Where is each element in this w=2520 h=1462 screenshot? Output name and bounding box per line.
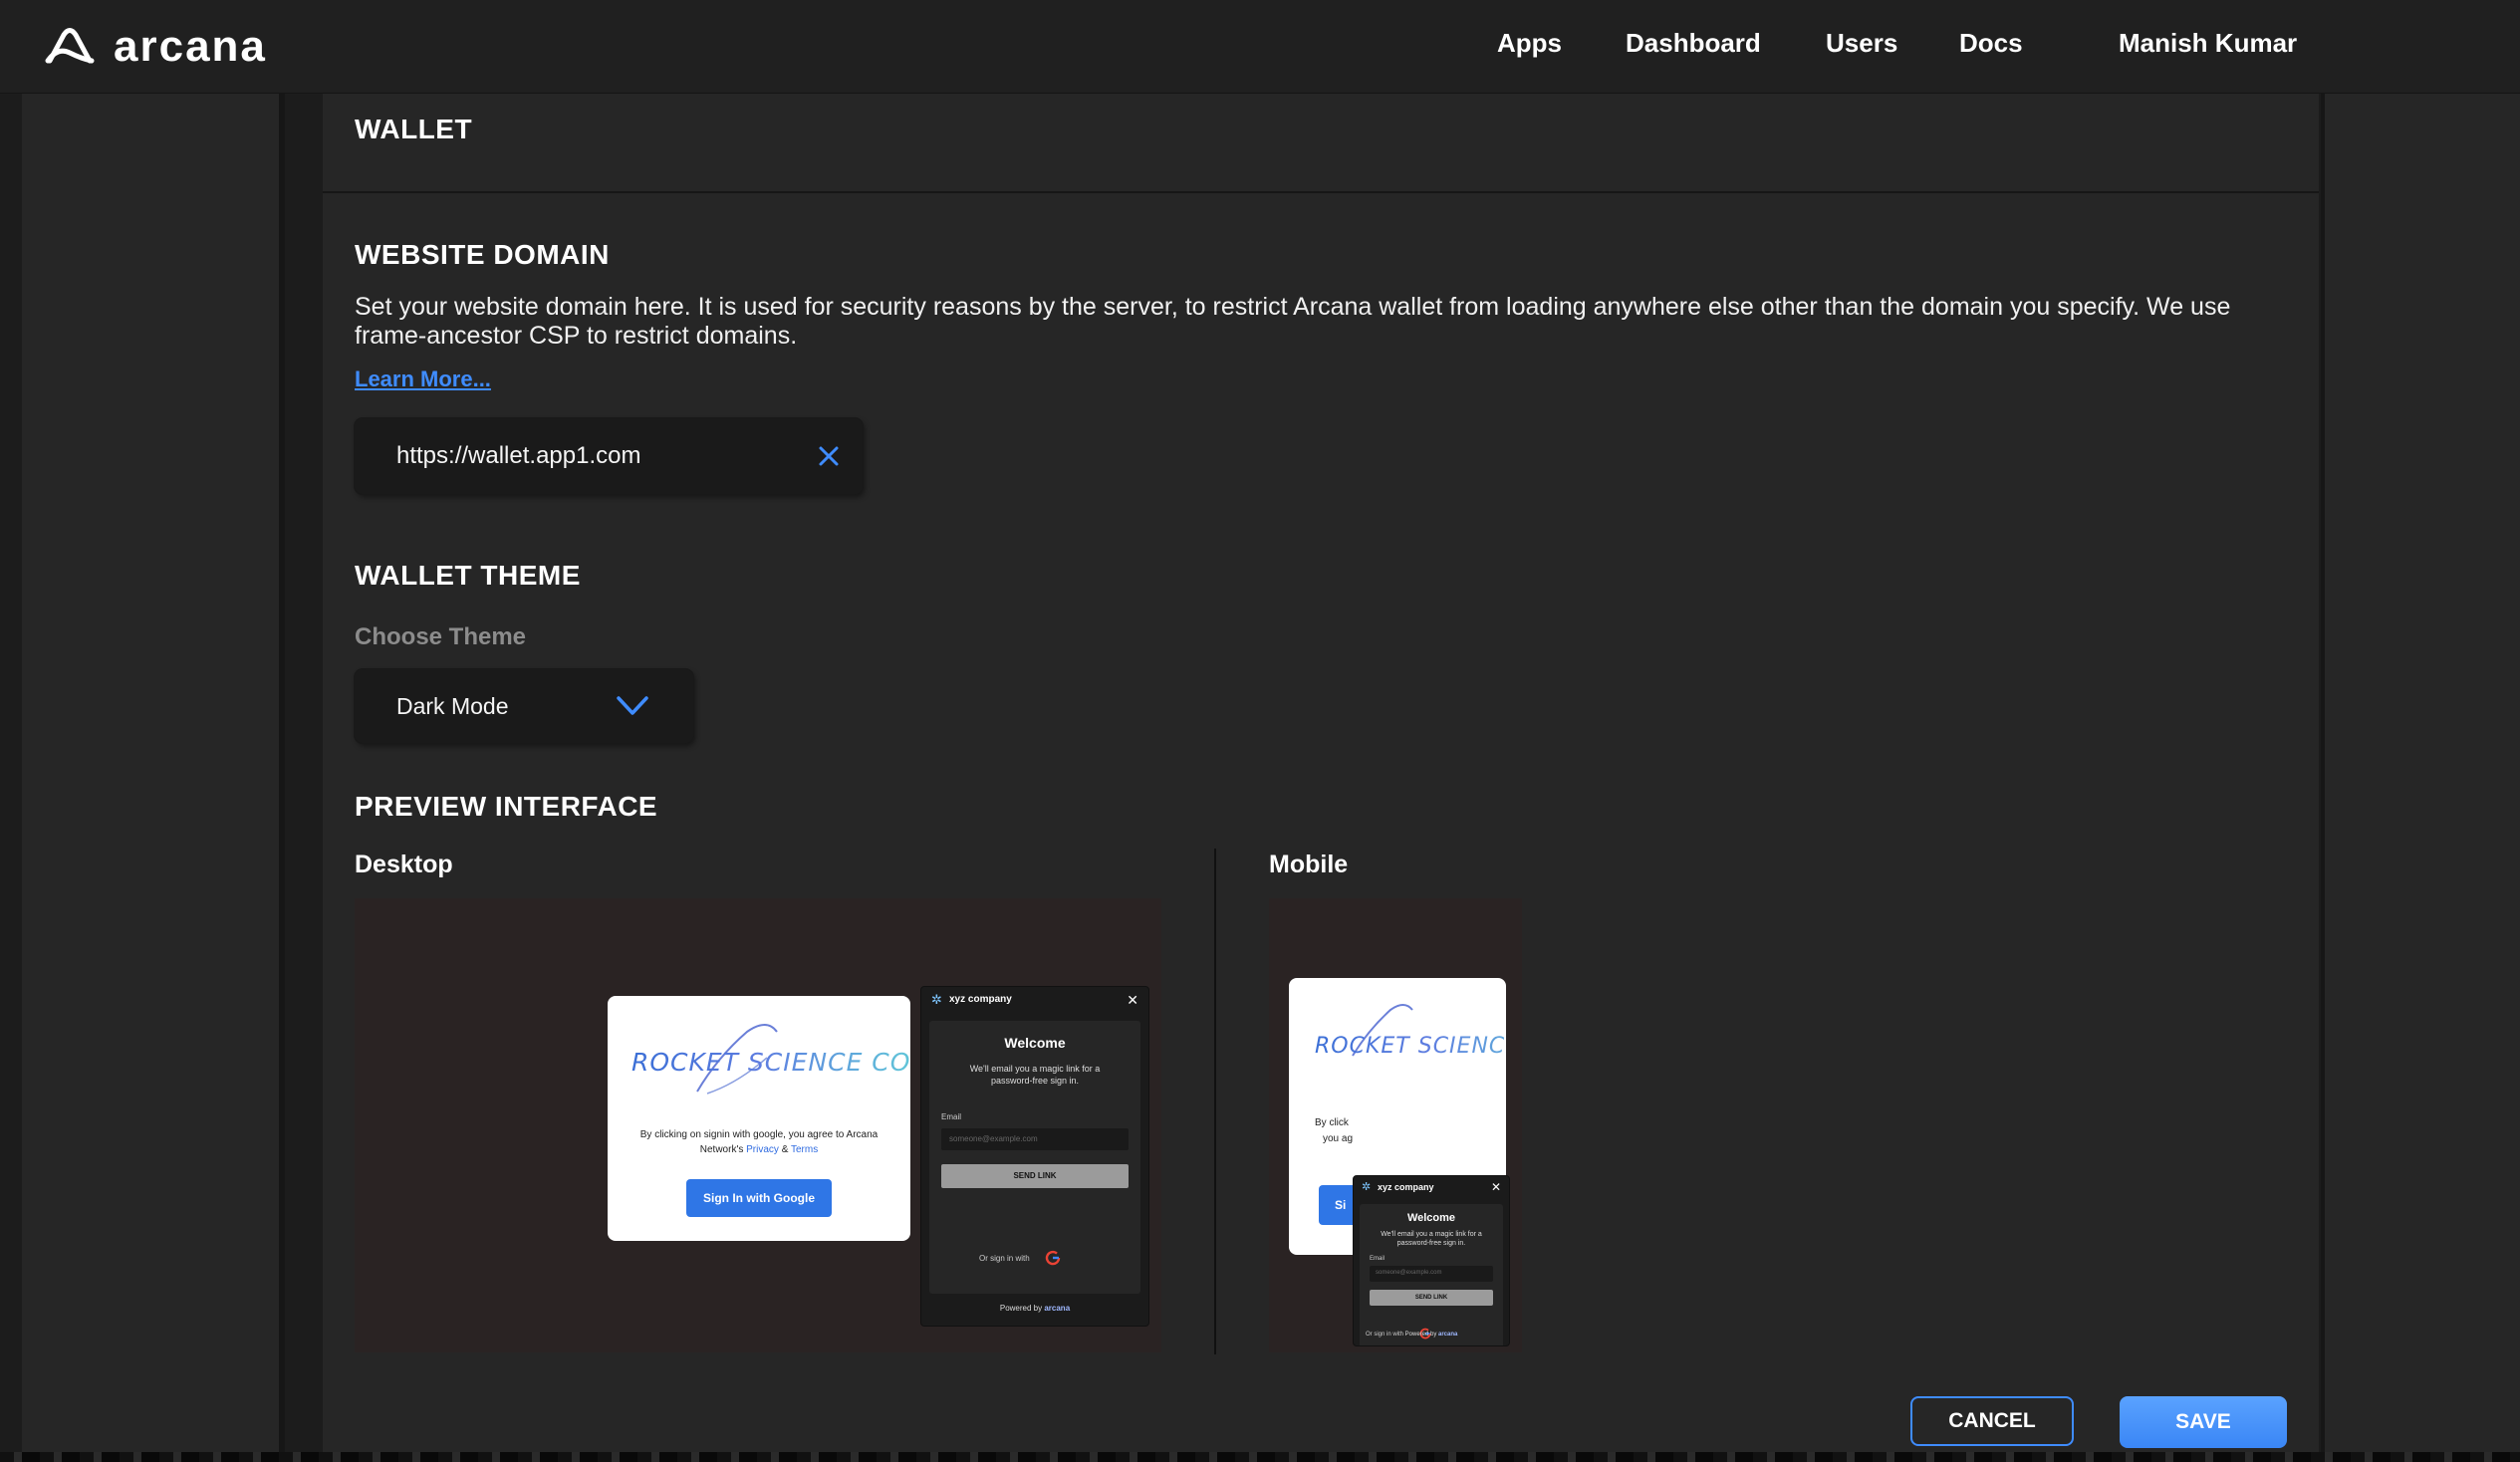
terms-link[interactable]: Terms xyxy=(791,1144,818,1155)
mobile-rocket-science-logo: ROCKET SCIENCE CO. xyxy=(1315,1034,1506,1059)
mobile-consent-fragment-2: you ag xyxy=(1323,1133,1354,1144)
wallet-settings-panel: WALLET WEBSITE DOMAIN Set your website d… xyxy=(323,94,2319,1454)
website-domain-input[interactable]: https://wallet.app1.com xyxy=(355,418,863,494)
learn-more-link[interactable]: Learn More... xyxy=(355,366,491,392)
rocket-science-logo: ROCKET SCIENCE CO. xyxy=(631,1048,910,1077)
wallet-header: ✲ xyz company ✕ xyxy=(921,987,1148,1013)
sign-in-google-button[interactable]: Sign In with Google xyxy=(686,1179,832,1217)
email-input[interactable]: someone@example.com xyxy=(941,1128,1129,1150)
powered-by: Powered by arcana xyxy=(921,1304,1148,1313)
mobile-close-icon[interactable]: ✕ xyxy=(1491,1176,1501,1198)
right-gutter xyxy=(2321,94,2520,1454)
website-domain-description: Set your website domain here. It is used… xyxy=(355,293,2231,350)
privacy-link[interactable]: Privacy xyxy=(746,1144,779,1155)
or-sign-in-with: Or sign in with xyxy=(979,1254,1030,1263)
mobile-send-link-button[interactable]: SEND LINK xyxy=(1370,1290,1493,1306)
mobile-wallet-header: ✲ xyz company ✕ xyxy=(1354,1176,1509,1198)
cancel-button[interactable]: CANCEL xyxy=(1910,1396,2074,1446)
save-button[interactable]: SAVE xyxy=(2120,1396,2287,1448)
nav-apps[interactable]: Apps xyxy=(1497,28,1562,59)
mobile-email-label: Email xyxy=(1370,1256,1386,1262)
welcome-title: Welcome xyxy=(1004,1035,1066,1051)
user-menu[interactable]: Manish Kumar xyxy=(2119,28,2297,59)
wallet-body: Welcome We'll email you a magic link for… xyxy=(929,1021,1140,1294)
company-name: xyz company xyxy=(949,994,1012,1005)
desktop-preview-label: Desktop xyxy=(355,851,453,878)
theme-selected-value: Dark Mode xyxy=(396,693,509,719)
consent-amp: & xyxy=(781,1144,789,1155)
nav-users[interactable]: Users xyxy=(1826,28,1897,59)
arcana-logo-icon xyxy=(45,28,95,64)
mobile-wallet-login-widget: ✲ xyz company ✕ Welcome We'll email you … xyxy=(1353,1175,1510,1346)
section-title: WALLET xyxy=(355,114,473,144)
left-sidebar xyxy=(22,94,285,1454)
powered-by-brand: arcana xyxy=(1044,1304,1071,1313)
website-domain-heading: WEBSITE DOMAIN xyxy=(355,239,610,270)
email-placeholder: someone@example.com xyxy=(949,1134,1038,1143)
bottom-edge xyxy=(0,1452,2520,1462)
preview-heading: PREVIEW INTERFACE xyxy=(355,791,658,822)
nav-docs[interactable]: Docs xyxy=(1959,28,2023,59)
powered-by-label: Powered by xyxy=(999,1304,1043,1313)
consent-text: By clicking on signin with google, you a… xyxy=(628,1127,890,1157)
website-domain-value: https://wallet.app1.com xyxy=(396,442,641,469)
mobile-company-logo-icon: ✲ xyxy=(1362,1181,1372,1193)
mobile-company-name: xyz company xyxy=(1378,1182,1434,1192)
mobile-powered-by-brand: arcana xyxy=(1438,1332,1458,1338)
mobile-welcome-subtitle: We'll email you a magic link for a passw… xyxy=(1381,1231,1482,1247)
google-icon[interactable] xyxy=(1045,1250,1061,1266)
nav-dashboard[interactable]: Dashboard xyxy=(1626,28,1761,59)
desktop-preview: ROCKET SCIENCE CO. By clicking on signin… xyxy=(355,898,1161,1352)
section-header: WALLET xyxy=(323,94,2319,193)
clear-icon[interactable] xyxy=(817,444,841,468)
send-link-button[interactable]: SEND LINK xyxy=(941,1164,1129,1188)
brand-name: arcana xyxy=(114,22,267,71)
wallet-login-widget: ✲ xyz company ✕ Welcome We'll email you … xyxy=(920,986,1149,1327)
preview-divider xyxy=(1214,849,1216,1354)
top-navigation-bar: arcana Apps Dashboard Users Docs Manish … xyxy=(0,0,2520,94)
app-login-card: ROCKET SCIENCE CO. By clicking on signin… xyxy=(608,996,910,1241)
welcome-subtitle: We'll email you a magic link for a passw… xyxy=(969,1064,1101,1086)
mobile-preview-label: Mobile xyxy=(1269,851,1349,878)
mobile-wallet-body: Welcome We'll email you a magic link for… xyxy=(1360,1204,1503,1345)
mobile-email-input[interactable]: someone@example.com xyxy=(1370,1266,1493,1282)
mobile-powered-by: Powered by arcana xyxy=(1354,1332,1509,1338)
theme-dropdown[interactable]: Dark Mode xyxy=(355,669,693,743)
choose-theme-label: Choose Theme xyxy=(355,623,527,650)
mobile-preview: ROCKET SCIENCE CO. By click you ag Si ✲ … xyxy=(1269,898,1522,1352)
mobile-email-placeholder: someone@example.com xyxy=(1376,1270,1442,1276)
close-icon[interactable]: ✕ xyxy=(1127,987,1138,1013)
company-logo-icon: ✲ xyxy=(931,992,942,1007)
wallet-theme-heading: WALLET THEME xyxy=(355,560,581,591)
chevron-down-icon xyxy=(617,696,648,715)
email-label: Email xyxy=(941,1112,962,1121)
mobile-welcome-title: Welcome xyxy=(1406,1212,1456,1224)
mobile-consent-fragment: By click xyxy=(1315,1117,1349,1128)
mobile-powered-by-label: Powered by xyxy=(1404,1332,1437,1338)
brand[interactable]: arcana xyxy=(44,22,267,72)
